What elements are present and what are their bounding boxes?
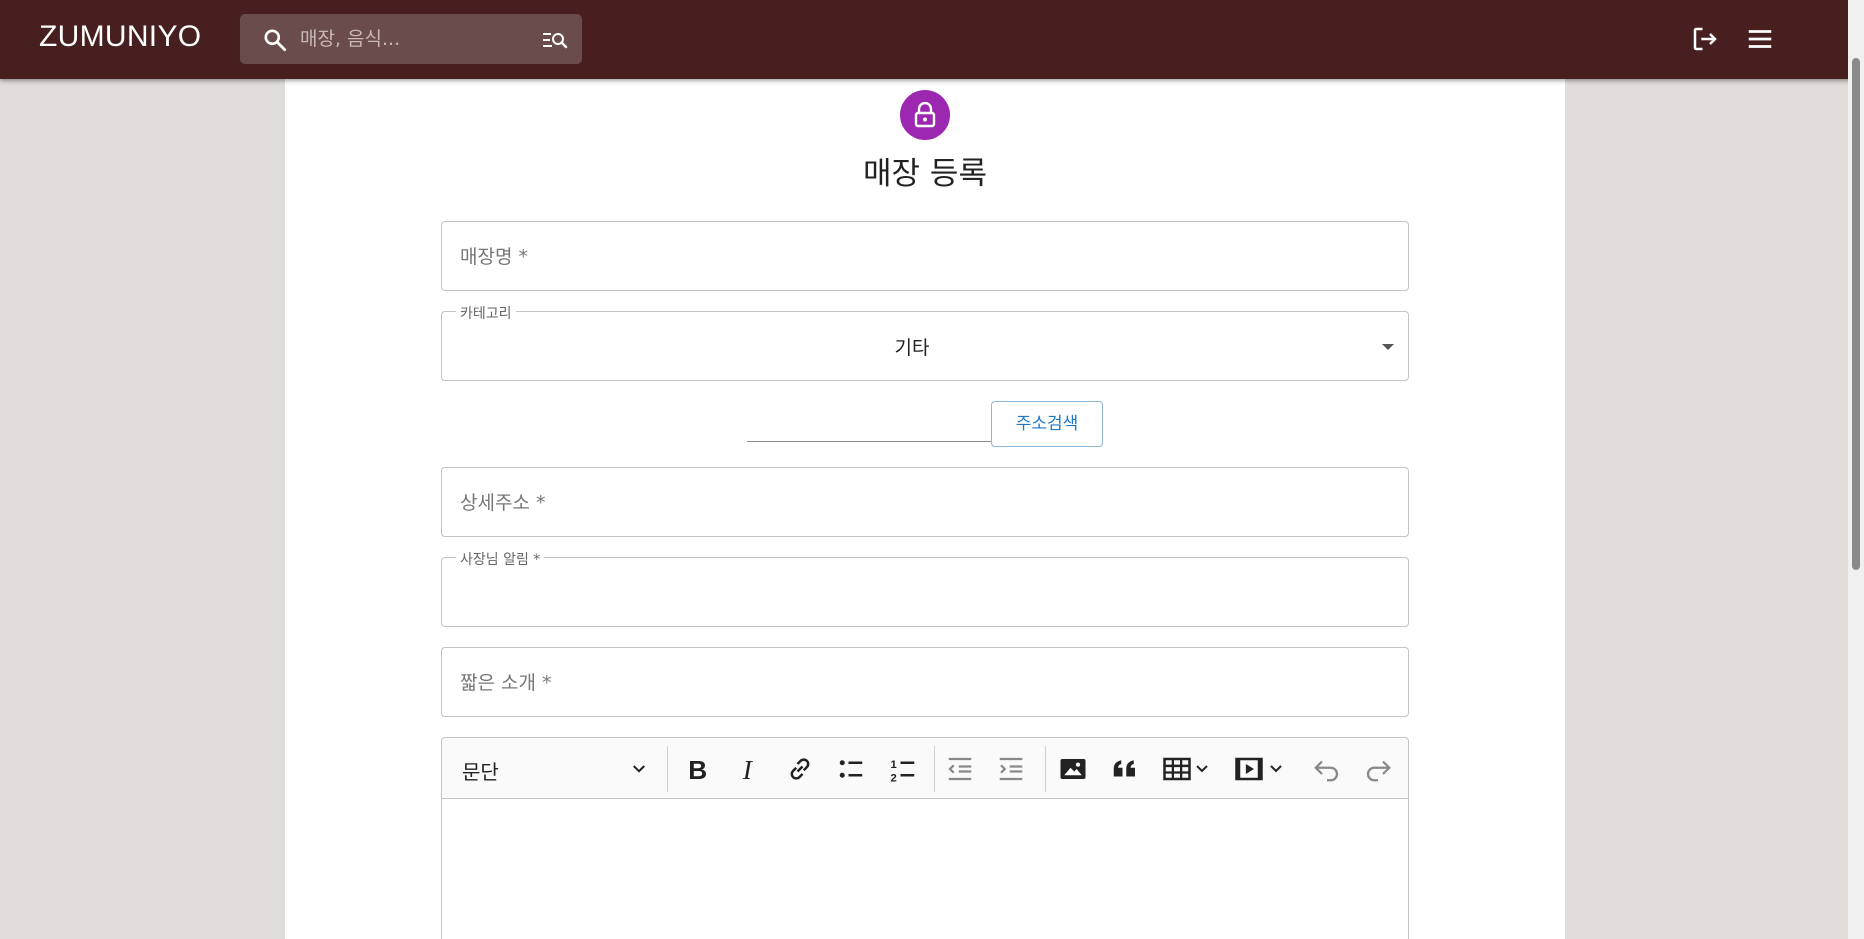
link-icon[interactable] [785, 754, 815, 784]
page-scrollbar[interactable] [1848, 0, 1864, 939]
dropdown-caret-icon[interactable] [1382, 344, 1394, 350]
lock-icon [914, 102, 936, 128]
owner-notice-label: 사장님 알림 * [456, 549, 545, 569]
bulleted-list-icon[interactable] [836, 754, 866, 784]
detail-address-field[interactable]: 상세주소 * [441, 467, 1409, 537]
brand-logo[interactable]: ZUMUNIYO [39, 20, 201, 54]
media-embed-icon[interactable] [1234, 754, 1264, 784]
svg-text:2: 2 [891, 773, 897, 785]
indent-icon[interactable] [996, 754, 1026, 784]
search-input[interactable] [300, 24, 520, 54]
outdent-icon[interactable] [945, 754, 975, 784]
svg-text:B: B [688, 755, 707, 784]
undo-icon[interactable] [1312, 754, 1342, 784]
numbered-list-icon[interactable]: 1 2 [888, 754, 918, 784]
page-title: 매장 등록 [863, 156, 987, 192]
toolbar-divider [1045, 746, 1046, 792]
short-intro-label: 짧은 소개 * [460, 672, 552, 694]
store-name-field[interactable]: 매장명 * [441, 221, 1409, 291]
search-box[interactable] [240, 14, 582, 64]
search-icon [264, 29, 287, 52]
bold-icon[interactable]: B [682, 754, 712, 784]
media-dropdown-chevron-icon[interactable] [1268, 754, 1284, 784]
detail-address-label: 상세주소 * [460, 492, 546, 514]
category-select[interactable]: 카테고리 기타 [441, 303, 1409, 381]
table-dropdown-chevron-icon[interactable] [1194, 754, 1210, 784]
blockquote-icon[interactable] [1110, 754, 1140, 784]
store-name-label: 매장명 * [460, 246, 528, 268]
svg-text:I: I [742, 754, 754, 784]
address-input[interactable] [747, 441, 991, 442]
category-value: 기타 [894, 337, 930, 359]
category-label: 카테고리 [456, 303, 516, 323]
svg-text:1: 1 [891, 759, 897, 771]
filter-search-icon[interactable] [542, 28, 568, 52]
italic-icon[interactable]: I [734, 754, 764, 784]
table-icon[interactable] [1162, 754, 1192, 784]
redo-icon[interactable] [1363, 754, 1393, 784]
menu-icon[interactable] [1745, 24, 1775, 54]
editor-toolbar: 문단 B I 1 2 [441, 737, 1409, 799]
lock-avatar [900, 90, 950, 140]
toolbar-divider [667, 746, 668, 792]
paragraph-style-select[interactable]: 문단 [462, 756, 499, 785]
logout-icon[interactable] [1690, 24, 1720, 54]
insert-image-icon[interactable] [1058, 754, 1088, 784]
scrollbar-thumb[interactable] [1852, 58, 1860, 570]
chevron-down-icon[interactable] [630, 760, 648, 778]
owner-notice-field[interactable]: 사장님 알림 * [441, 549, 1409, 627]
app-bar: ZUMUNIYO [0, 0, 1864, 79]
editor-content-area[interactable] [441, 798, 1409, 939]
toolbar-divider [934, 746, 935, 792]
short-intro-field[interactable]: 짧은 소개 * [441, 647, 1409, 717]
address-search-button[interactable]: 주소검색 [991, 401, 1103, 447]
